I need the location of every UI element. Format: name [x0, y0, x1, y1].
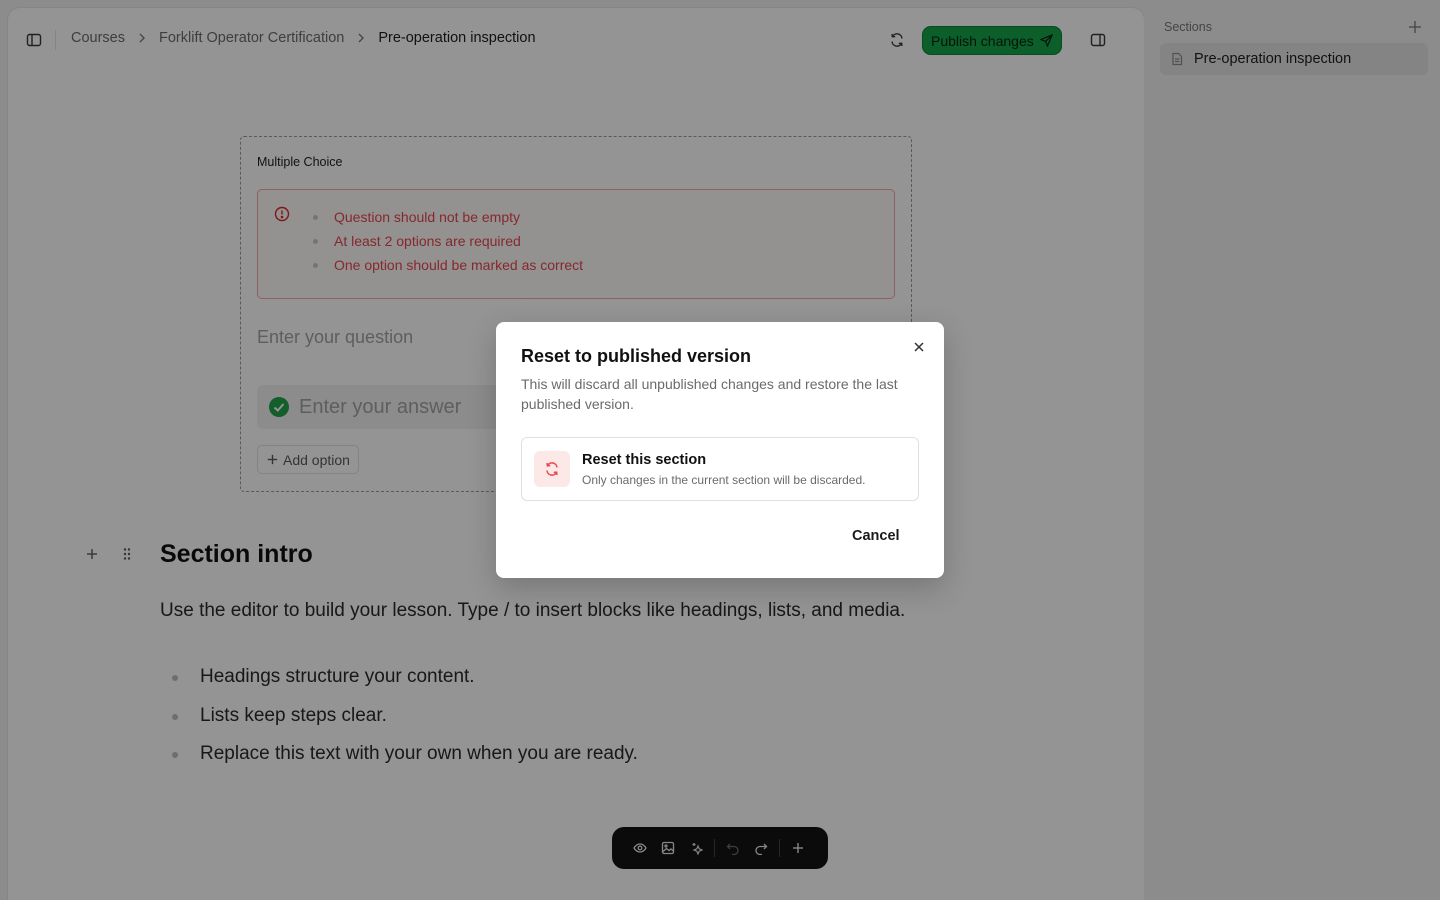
reset-section-option[interactable]: Reset this section Only changes in the c…: [521, 437, 919, 501]
reset-dialog: Reset to published version This will dis…: [496, 322, 944, 578]
refresh-icon: [534, 451, 570, 487]
dialog-title: Reset to published version: [521, 346, 752, 366]
dialog-description: This will discard all unpublished change…: [521, 376, 898, 412]
option-description: Only changes in the current section will…: [582, 473, 866, 487]
option-title: Reset this section: [582, 452, 707, 468]
close-icon[interactable]: [910, 338, 928, 356]
cancel-button[interactable]: Cancel: [852, 528, 900, 544]
